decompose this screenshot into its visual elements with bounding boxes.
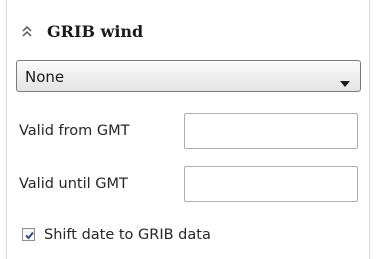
valid-from-label: Valid from GMT bbox=[19, 123, 130, 139]
shift-date-checkbox-row[interactable]: Shift date to GRIB data bbox=[22, 225, 322, 245]
grib-source-dropdown[interactable]: None bbox=[16, 60, 361, 92]
grib-wind-panel: GRIB wind None Valid from GMT Valid unti… bbox=[6, 0, 370, 259]
triangle-down-icon bbox=[340, 73, 350, 87]
section-title: GRIB wind bbox=[47, 22, 144, 41]
valid-until-input[interactable] bbox=[184, 166, 358, 202]
double-chevron-up-icon[interactable] bbox=[19, 23, 35, 41]
checkmark-icon bbox=[25, 231, 34, 240]
shift-date-checkbox[interactable] bbox=[22, 228, 35, 241]
valid-until-label: Valid until GMT bbox=[19, 176, 128, 192]
dropdown-selected-value: None bbox=[25, 68, 65, 86]
shift-date-label: Shift date to GRIB data bbox=[44, 227, 211, 243]
valid-from-input[interactable] bbox=[184, 113, 358, 149]
section-header[interactable]: GRIB wind bbox=[7, 16, 369, 46]
